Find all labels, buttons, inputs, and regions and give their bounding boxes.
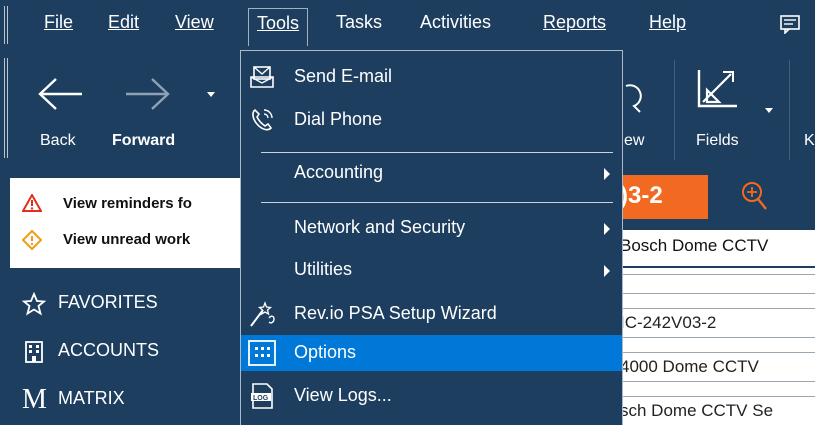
wizard-icon	[247, 300, 277, 328]
search-plus-icon[interactable]	[740, 180, 768, 217]
star-icon	[21, 291, 47, 321]
submenu-arrow-icon	[604, 265, 610, 277]
menu-label-dial-phone: Dial Phone	[294, 109, 383, 129]
record-name: Bosch Dome CCTV	[620, 230, 815, 266]
notification-unread-work-text[interactable]: View unread work	[63, 231, 190, 248]
menu-label-view-logs: View Logs...	[294, 385, 392, 405]
menu-label-network-security: Network and Security	[294, 217, 466, 237]
menu-item-network-security[interactable]: Network and Security	[241, 210, 622, 246]
nav-label-favorites: FAVORITES	[58, 292, 158, 312]
warning-triangle-icon	[21, 192, 43, 217]
toolbar-separator	[789, 60, 790, 160]
menu-item-setup-wizard[interactable]: Rev.io PSA Setup Wizard	[241, 296, 622, 332]
message-icon[interactable]	[779, 14, 801, 39]
notifications-panel: View reminders fo View unread work	[10, 178, 242, 268]
svg-text:LOG: LOG	[253, 395, 269, 402]
record-field-description[interactable]: 4000 Dome CCTV	[620, 352, 815, 382]
menu-activities[interactable]: Activities	[420, 12, 491, 33]
forward-label[interactable]: Forward	[112, 132, 175, 150]
menu-file[interactable]: File	[44, 12, 73, 33]
record-field-long-description[interactable]: sch Dome CCTV Se	[620, 396, 815, 425]
view-label[interactable]: ew	[624, 132, 644, 150]
menu-separator	[261, 152, 613, 153]
record-field-model[interactable]: IC-242V03-2	[620, 308, 815, 338]
menu-item-accounting[interactable]: Accounting	[241, 155, 622, 191]
menu-bar: File Edit View Tools Tasks Activities Re…	[0, 0, 815, 50]
record-field-empty[interactable]	[620, 274, 815, 294]
menu-reports[interactable]: Reports	[543, 12, 606, 33]
record-fields-panel: IC-242V03-2 4000 Dome CCTV sch Dome CCTV…	[620, 268, 815, 425]
phone-icon	[247, 106, 277, 134]
menu-help[interactable]: Help	[649, 12, 686, 33]
menu-view[interactable]: View	[175, 12, 214, 33]
menu-separator	[261, 202, 613, 203]
notification-reminders[interactable]: View reminders fo	[10, 190, 242, 220]
menu-tools[interactable]: Tools	[248, 8, 309, 46]
notification-unread-work[interactable]: View unread work	[10, 226, 242, 256]
fields-dropdown-icon[interactable]	[765, 108, 773, 113]
nav-item-favorites[interactable]: FAVORITES	[21, 290, 242, 321]
menu-label-setup-wizard: Rev.io PSA Setup Wizard	[294, 303, 497, 323]
menu-tasks[interactable]: Tasks	[336, 12, 382, 33]
menu-item-dial-phone[interactable]: Dial Phone	[241, 102, 622, 138]
menu-label-accounting: Accounting	[294, 162, 384, 182]
menu-label-options: Options	[294, 342, 357, 362]
log-icon: LOG	[247, 382, 277, 410]
envelope-icon	[247, 63, 277, 91]
record-id-badge: )3-2	[620, 175, 708, 219]
submenu-arrow-icon	[604, 168, 610, 180]
menu-item-utilities[interactable]: Utilities	[241, 252, 622, 288]
info-diamond-icon	[21, 229, 43, 255]
menu-item-options[interactable]: Options	[241, 335, 622, 371]
view-icon[interactable]	[624, 84, 644, 119]
fields-label[interactable]: Fields	[696, 132, 739, 150]
nav-item-matrix[interactable]: M MATRIX	[22, 384, 242, 416]
menu-item-view-logs[interactable]: LOG View Logs...	[241, 378, 622, 414]
toolbar-separator	[674, 60, 675, 160]
nav-item-accounts[interactable]: ACCOUNTS	[22, 338, 242, 368]
toolbar-grip[interactable]	[4, 58, 8, 158]
submenu-arrow-icon	[604, 223, 610, 235]
toolbar-cutoff-label[interactable]: K	[804, 132, 815, 150]
notification-reminders-text[interactable]: View reminders fo	[63, 195, 192, 212]
back-arrow-icon[interactable]	[36, 76, 84, 117]
nav-label-accounts: ACCOUNTS	[58, 340, 160, 360]
menu-edit[interactable]: Edit	[108, 12, 139, 33]
menu-label-utilities: Utilities	[294, 259, 353, 279]
fields-icon[interactable]	[693, 66, 741, 117]
nav-label-matrix: MATRIX	[58, 388, 125, 408]
menu-label-send-email: Send E-mail	[294, 66, 393, 86]
menu-item-send-email[interactable]: Send E-mail	[241, 59, 622, 95]
tools-dropdown-menu: Send E-mail Dial Phone Accounting Networ…	[240, 50, 623, 425]
menubar-grip[interactable]	[4, 6, 8, 44]
forward-dropdown-icon[interactable]	[207, 92, 215, 97]
m-letter-icon: M	[22, 384, 47, 415]
options-icon	[247, 339, 277, 367]
building-icon	[24, 340, 44, 369]
forward-arrow-icon[interactable]	[124, 76, 172, 117]
back-label[interactable]: Back	[40, 132, 76, 150]
